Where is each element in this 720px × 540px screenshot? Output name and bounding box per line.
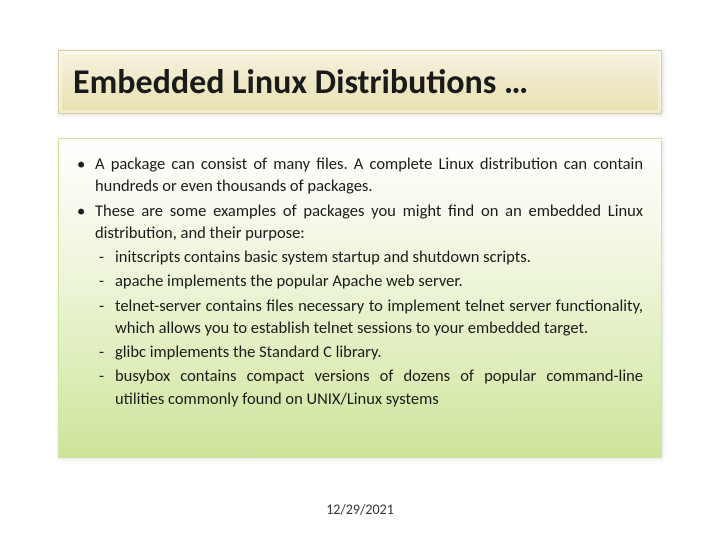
bullet-icon: • [77, 200, 95, 245]
dash-icon: - [99, 270, 115, 292]
sub-text: glibc implements the Standard C library. [115, 341, 643, 363]
dash-icon: - [99, 341, 115, 363]
bullet-text: A package can consist of many files. A c… [95, 153, 643, 198]
bullet-text: These are some examples of packages you … [95, 200, 643, 245]
bullet-icon: • [77, 153, 95, 198]
sub-text: apache implements the popular Apache web… [115, 270, 643, 292]
dash-icon: - [99, 295, 115, 340]
sub-item: - glibc implements the Standard C librar… [77, 341, 643, 363]
sub-item: - initscripts contains basic system star… [77, 246, 643, 268]
dash-icon: - [99, 246, 115, 268]
bullet-item: • These are some examples of packages yo… [77, 200, 643, 245]
bullet-item: • A package can consist of many files. A… [77, 153, 643, 198]
footer-date: 12/29/2021 [0, 501, 720, 518]
dash-icon: - [99, 365, 115, 410]
sub-text: busybox contains compact versions of doz… [115, 365, 643, 410]
sub-text: initscripts contains basic system startu… [115, 246, 643, 268]
sub-item: - busybox contains compact versions of d… [77, 365, 643, 410]
title-box: Embedded Linux Distributions … [58, 50, 662, 114]
sub-item: - telnet-server contains files necessary… [77, 295, 643, 340]
sub-text: telnet-server contains files necessary t… [115, 295, 643, 340]
slide-title: Embedded Linux Distributions … [73, 62, 528, 103]
content-box: • A package can consist of many files. A… [58, 138, 662, 458]
sub-item: - apache implements the popular Apache w… [77, 270, 643, 292]
